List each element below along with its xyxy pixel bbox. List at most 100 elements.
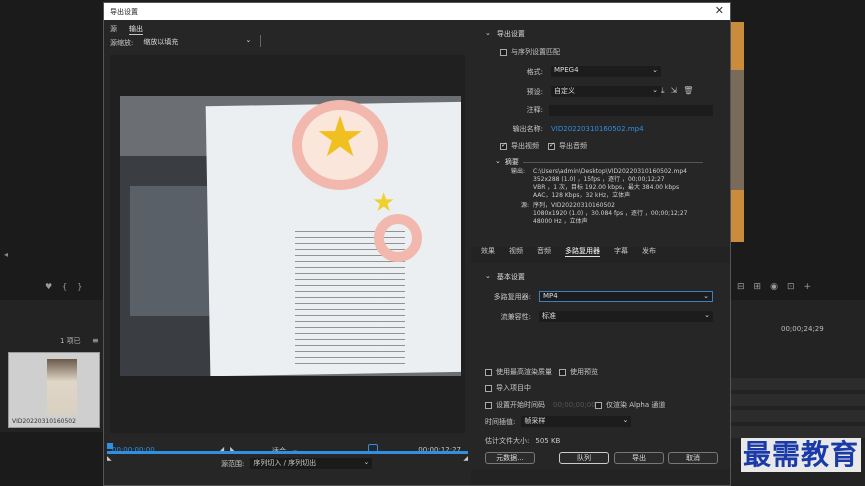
max-render-checkbox[interactable]: 使用最高渲染质量 [485, 367, 552, 377]
preset-label: 预设: [526, 87, 543, 96]
chevron-down-icon: ⌄ [652, 66, 658, 74]
comment-input[interactable] [549, 105, 713, 116]
add-icon[interactable]: + [804, 282, 812, 292]
tab-output[interactable]: 输出 [129, 24, 143, 35]
source-range-label: 源范围: [221, 459, 245, 468]
tab-captions[interactable]: 字幕 [614, 246, 628, 256]
star-icon: ★ [315, 105, 366, 170]
out-point-icon[interactable]: } [77, 282, 82, 291]
source-scale-row: 源缩放: 缩放以填充 ⌄ [110, 36, 254, 48]
import-preset-icon[interactable]: ⇲ [671, 86, 678, 96]
chevron-down-icon: ⌄ [495, 157, 501, 165]
playhead[interactable] [107, 443, 113, 449]
extract-icon[interactable]: ⊞ [754, 282, 762, 292]
out-point-marker[interactable]: ◢ [463, 455, 468, 462]
tab-video[interactable]: 视频 [509, 246, 523, 256]
chevron-down-icon: ⌄ [485, 29, 491, 37]
chevron-down-icon: ⌄ [622, 416, 629, 424]
match-sequence-checkbox[interactable]: 与序列设置匹配 [500, 47, 560, 57]
chevron-down-icon: ⌄ [485, 272, 491, 280]
tab-source[interactable]: 源 [110, 24, 117, 35]
export-audio-checkbox[interactable]: 导出音频 [548, 141, 587, 151]
tab-multiplexer[interactable]: 多路复用器 [565, 246, 600, 257]
import-project-checkbox[interactable]: 导入项目中 [485, 383, 531, 393]
source-range-select[interactable]: 序列切入 / 序列切出 ⌄ [250, 458, 373, 469]
checkbox[interactable] [485, 401, 492, 409]
queue-button[interactable]: 队列 [559, 452, 609, 464]
tab-publish[interactable]: 发布 [642, 246, 656, 256]
checkbox[interactable] [500, 48, 507, 56]
camera-icon[interactable]: ◉ [770, 282, 778, 292]
in-point-icon[interactable]: { [62, 282, 67, 291]
time-interpolation-label: 时间插值: [485, 417, 516, 426]
source-monitor-panel [0, 0, 103, 300]
basic-settings-header[interactable]: ⌄ 基本设置 [485, 272, 525, 282]
project-items-label: 1 项已 [60, 337, 81, 345]
start-timecode-value: 00;00;00;00 [553, 401, 596, 409]
export-settings-header[interactable]: ⌄ 导出设置 [485, 29, 525, 39]
timeline-track [731, 394, 865, 406]
timeline-track [731, 426, 865, 438]
save-preset-icon[interactable]: ⤓ [661, 86, 665, 96]
output-name-link[interactable]: VID20220310160502.mp4 [551, 125, 644, 133]
checkbox[interactable] [485, 384, 492, 392]
chevron-down-icon: ⌄ [703, 292, 709, 300]
use-preview-checkbox[interactable]: 使用预览 [559, 367, 598, 377]
preview-frame-image: ★ ★ [120, 96, 461, 376]
cancel-button[interactable]: 取消 [668, 452, 718, 464]
marker-icon[interactable]: ♥ [45, 282, 52, 291]
multiplexer-select[interactable]: MP4 ⌄ [539, 291, 713, 302]
tab-audio[interactable]: 音频 [537, 246, 551, 256]
settings-pane: ⌄ 导出设置 与序列设置匹配 格式: MPEG4 ⌄ 预设: 自定义 ⌄ ⤓ ⇲… [471, 20, 730, 485]
menu-icon[interactable]: ≡ [92, 336, 99, 345]
dialog-titlebar: 导出设置 ✕ [104, 3, 730, 20]
close-icon[interactable]: ✕ [715, 4, 724, 17]
program-controls: ⊟ ⊞ ◉ ⊡ + [731, 278, 865, 296]
project-clip-thumbnail[interactable] [8, 352, 100, 428]
photo-ring [374, 214, 422, 262]
summary-output: 输出: C:\Users\admin\Desktop\VID2022031016… [511, 168, 687, 199]
video-preview: ★ ★ [110, 55, 465, 433]
start-timecode-checkbox[interactable]: 设置开始时间码 00;00;00;00 [485, 400, 596, 410]
stream-compat-select[interactable]: 标准 ⌄ [539, 311, 713, 322]
comparison-icon[interactable]: ⊡ [787, 282, 795, 292]
timeline-scrubber[interactable]: ◣ ◢ [107, 443, 468, 462]
export-button[interactable]: 导出 [614, 452, 664, 464]
stream-compat-label: 流兼容性: [500, 312, 531, 321]
program-frame-detail [731, 70, 744, 190]
output-name-label: 输出名称: [512, 125, 543, 133]
dialog-title: 导出设置 [110, 8, 138, 16]
source-scale-value: 缩放以填充 [143, 38, 179, 46]
format-select[interactable]: MPEG4 ⌄ [551, 66, 661, 77]
chevron-down-icon: ⌄ [245, 36, 252, 44]
source-range-value: 序列切入 / 序列切出 [253, 459, 317, 467]
checkbox[interactable] [500, 141, 507, 150]
timecode-row: 00;00;00;00 ◢ ◣ 适合 ⌄ 00;00;12;27 [110, 443, 465, 457]
delete-preset-icon[interactable]: 🗑 [683, 86, 693, 96]
basic-settings-section: ⌄ 基本设置 多路复用器: MP4 ⌄ 流兼容性: 标准 ⌄ [471, 263, 730, 367]
multiplexer-row: 多路复用器: MP4 ⌄ [491, 291, 713, 302]
source-scale-select[interactable]: 缩放以填充 ⌄ [141, 36, 254, 48]
alpha-only-checkbox[interactable]: 仅渲染 Alpha 通道 [595, 400, 665, 410]
background-right-panel: ⊟ ⊞ ◉ ⊡ + 00;00;24;29 [731, 0, 865, 486]
star-icon: ★ [372, 188, 396, 218]
checkbox[interactable] [595, 401, 602, 409]
timeline-track [731, 378, 865, 390]
preset-actions: ⤓ ⇲ 🗑 [661, 86, 693, 96]
lift-icon[interactable]: ⊟ [737, 282, 745, 292]
export-video-checkbox[interactable]: 导出视频 [500, 141, 539, 151]
checkbox[interactable] [485, 368, 492, 376]
monitor-controls: ♥ { } [45, 282, 82, 291]
tab-effects[interactable]: 效果 [481, 246, 495, 256]
checkbox[interactable] [548, 141, 555, 150]
stream-compat-row: 流兼容性: 标准 ⌄ [491, 311, 713, 322]
preset-select[interactable]: 自定义 ⌄ [551, 86, 661, 97]
in-point-marker[interactable]: ◣ [107, 455, 112, 462]
chevron-down-icon: ⌄ [652, 86, 658, 94]
checkbox[interactable] [559, 368, 566, 376]
time-interpolation-select[interactable]: 帧采样 ⌄ [521, 416, 632, 427]
metadata-button[interactable]: 元数据... [485, 452, 535, 464]
summary-header[interactable]: ⌄ 摘要 [495, 157, 519, 167]
chevron-down-icon: ⌄ [363, 458, 370, 466]
filesize-row: 估计文件大小: 505 KB [485, 436, 560, 446]
